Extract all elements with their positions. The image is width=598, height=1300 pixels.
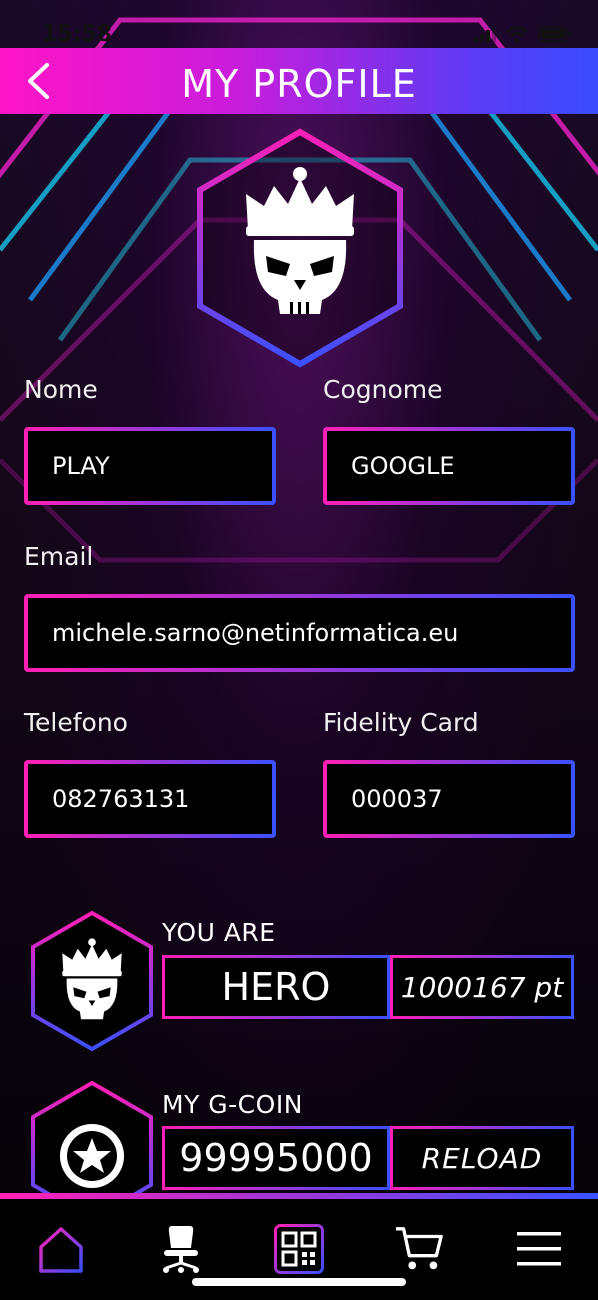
star-coin-icon (60, 1124, 124, 1188)
tab-home[interactable] (36, 1221, 86, 1277)
status-icons (474, 26, 572, 46)
signal-icon (474, 26, 496, 46)
fidelity-card-field[interactable] (323, 760, 575, 838)
fidelity-card-input[interactable] (327, 764, 571, 834)
nome-field[interactable] (24, 427, 276, 505)
battery-icon (538, 26, 572, 46)
nome-input[interactable] (28, 431, 272, 501)
rank-points-box: 1000167 pt (390, 955, 574, 1019)
status-bar: 15:58 (0, 0, 598, 48)
rank-points: 1000167 pt (400, 970, 564, 1004)
telefono-field[interactable] (24, 760, 276, 838)
tab-cart[interactable] (394, 1221, 444, 1277)
qr-code-icon (274, 1224, 324, 1274)
coin-amount-box: 99995000 (162, 1126, 390, 1190)
reload-label: RELOAD (421, 1141, 543, 1175)
status-time: 15:58 (42, 22, 113, 47)
fidelity-card-label: Fidelity Card (323, 708, 479, 737)
profile-avatar[interactable] (196, 128, 404, 368)
coin-amount: 99995000 (179, 1136, 373, 1180)
email-input[interactable] (28, 598, 571, 668)
wifi-icon (506, 26, 528, 46)
header-bar: MY PROFILE (0, 48, 598, 114)
telefono-label: Telefono (24, 708, 128, 737)
home-icon (39, 1227, 83, 1273)
rank-level-box: HERO (162, 955, 390, 1019)
my-g-coin-label: MY G-COIN (162, 1090, 303, 1119)
reload-button[interactable]: RELOAD (390, 1126, 574, 1190)
tab-qr[interactable] (274, 1221, 324, 1277)
page-title: MY PROFILE (181, 62, 417, 106)
cognome-field[interactable] (323, 427, 575, 505)
rank-level: HERO (221, 965, 331, 1009)
rank-badge (30, 910, 154, 1052)
email-field[interactable] (24, 594, 575, 672)
email-label: Email (24, 542, 94, 571)
cognome-input[interactable] (327, 431, 571, 501)
cognome-label: Cognome (323, 375, 443, 404)
cart-icon (395, 1227, 443, 1270)
tab-menu[interactable] (514, 1221, 564, 1277)
you-are-label: YOU ARE (162, 918, 276, 947)
telefono-input[interactable] (28, 764, 272, 834)
chair-icon (163, 1226, 199, 1273)
tab-seat[interactable] (156, 1221, 206, 1277)
menu-icon (517, 1232, 561, 1266)
nome-label: Nome (24, 375, 98, 404)
home-indicator (192, 1278, 406, 1286)
